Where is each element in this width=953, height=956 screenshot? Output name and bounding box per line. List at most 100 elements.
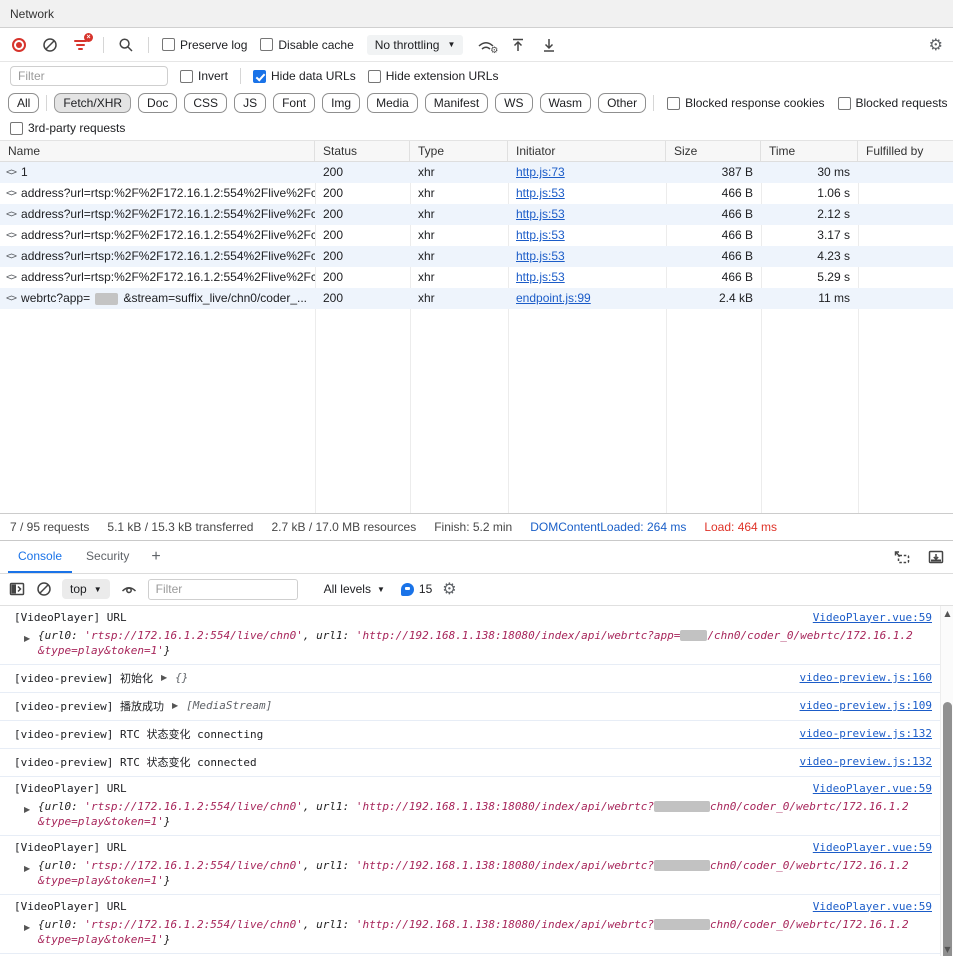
preview-text: /chn0/coder_0/webrtc/172.16.1.2: [707, 629, 912, 642]
context-selector[interactable]: top ▼: [62, 579, 110, 599]
hide-data-urls-checkbox[interactable]: Hide data URLs: [253, 69, 356, 83]
filter-chip-js[interactable]: JS: [234, 93, 266, 113]
column-header-size[interactable]: Size: [666, 141, 761, 161]
blocked-cookies-checkbox[interactable]: Blocked response cookies: [667, 96, 824, 110]
export-har-button[interactable]: [540, 36, 558, 54]
source-link[interactable]: video-preview.js:132: [800, 755, 932, 768]
table-row[interactable]: <>address?url=rtsp:%2F%2F172.16.1.2:554%…: [0, 225, 953, 246]
network-filter-input[interactable]: [10, 66, 168, 86]
third-party-checkbox[interactable]: 3rd-party requests: [10, 121, 125, 135]
settings-gear-icon[interactable]: ⚙: [929, 37, 943, 53]
throttling-dropdown[interactable]: No throttling ▼: [367, 35, 464, 55]
table-row[interactable]: <>address?url=rtsp:%2F%2F172.16.1.2:554%…: [0, 246, 953, 267]
filter-chip-css[interactable]: CSS: [184, 93, 227, 113]
initiator-link[interactable]: endpoint.js:99: [516, 291, 591, 305]
record-button[interactable]: [10, 36, 28, 54]
live-expression-eye-icon[interactable]: [120, 582, 138, 597]
tab-console[interactable]: Console: [8, 540, 72, 573]
expand-triangle-icon[interactable]: ▶: [161, 673, 167, 682]
message-count-indicator[interactable]: 15: [401, 582, 432, 596]
source-link[interactable]: VideoPlayer.vue:59: [813, 841, 932, 854]
expand-triangle-icon[interactable]: ▶: [24, 631, 30, 646]
source-link[interactable]: video-preview.js:132: [800, 727, 932, 740]
checkbox-icon[interactable]: [368, 70, 381, 83]
blocked-requests-checkbox[interactable]: Blocked requests: [838, 96, 948, 110]
console-scrollbar[interactable]: ▲ ▼: [940, 606, 953, 956]
console-clear-icon[interactable]: [36, 581, 52, 597]
hide-extension-urls-checkbox[interactable]: Hide extension URLs: [368, 69, 499, 83]
column-header-status[interactable]: Status: [315, 141, 410, 161]
checkbox-icon[interactable]: [162, 38, 175, 51]
name-cell: <>webrtc?app=&stream=suffix_live/chn0/co…: [0, 288, 315, 309]
initiator-link[interactable]: http.js:53: [516, 270, 565, 284]
size-cell: 466 B: [666, 183, 761, 204]
source-link[interactable]: video-preview.js:109: [800, 699, 932, 712]
filter-chip-all[interactable]: All: [8, 93, 39, 113]
undock-icon[interactable]: [893, 549, 911, 565]
initiator-link[interactable]: http.js:53: [516, 249, 565, 263]
blocked-requests-label: Blocked requests: [856, 96, 948, 110]
checkbox-icon[interactable]: [667, 97, 680, 110]
log-levels-dropdown[interactable]: All levels ▼: [324, 582, 385, 596]
source-link[interactable]: VideoPlayer.vue:59: [813, 900, 932, 913]
tab-security[interactable]: Security: [76, 540, 139, 573]
expand-triangle-icon[interactable]: ▶: [24, 920, 30, 935]
initiator-link[interactable]: http.js:53: [516, 207, 565, 221]
expand-triangle-icon[interactable]: ▶: [172, 701, 178, 710]
filter-chip-fetch-xhr[interactable]: Fetch/XHR: [54, 93, 131, 113]
request-name: &stream=suffix_live/chn0/coder_...: [123, 288, 307, 309]
source-link[interactable]: video-preview.js:160: [800, 671, 932, 684]
initiator-cell: http.js:53: [508, 183, 666, 204]
scroll-down-icon[interactable]: ▼: [941, 945, 953, 954]
filter-chip-media[interactable]: Media: [367, 93, 418, 113]
source-link[interactable]: VideoPlayer.vue:59: [813, 611, 932, 624]
source-link[interactable]: VideoPlayer.vue:59: [813, 782, 932, 795]
column-header-name[interactable]: Name: [0, 141, 315, 161]
column-header-time[interactable]: Time: [761, 141, 858, 161]
status-cell: 200: [315, 267, 410, 288]
clear-button[interactable]: [41, 36, 59, 54]
fulfilled-by-cell: [858, 225, 953, 246]
console-filter-input[interactable]: [148, 579, 298, 600]
checkbox-checked-icon[interactable]: [253, 70, 266, 83]
filter-chip-ws[interactable]: WS: [495, 93, 532, 113]
checkbox-icon[interactable]: [180, 70, 193, 83]
initiator-link[interactable]: http.js:53: [516, 228, 565, 242]
dock-bottom-icon[interactable]: [927, 549, 945, 565]
column-header-fulfilled-by[interactable]: Fulfilled by: [858, 141, 953, 161]
filter-toggle-button[interactable]: ×: [72, 36, 90, 54]
initiator-link[interactable]: http.js:73: [516, 165, 565, 179]
column-header-type[interactable]: Type: [410, 141, 508, 161]
preserve-log-checkbox[interactable]: Preserve log: [162, 38, 247, 52]
import-har-button[interactable]: [509, 36, 527, 54]
filter-chip-wasm[interactable]: Wasm: [540, 93, 592, 113]
expand-triangle-icon[interactable]: ▶: [24, 861, 30, 876]
filter-chip-manifest[interactable]: Manifest: [425, 93, 488, 113]
checkbox-icon[interactable]: [10, 122, 23, 135]
filter-chip-img[interactable]: Img: [322, 93, 360, 113]
console-settings-gear-icon[interactable]: ⚙: [442, 581, 456, 597]
table-row[interactable]: <>1200xhrhttp.js:73387 B30 ms: [0, 162, 953, 183]
table-row[interactable]: <>webrtc?app=&stream=suffix_live/chn0/co…: [0, 288, 953, 309]
expand-triangle-icon[interactable]: ▶: [24, 802, 30, 817]
filter-chip-doc[interactable]: Doc: [138, 93, 177, 113]
search-button[interactable]: [117, 36, 135, 54]
invert-checkbox[interactable]: Invert: [180, 69, 228, 83]
filter-chip-other[interactable]: Other: [598, 93, 646, 113]
add-drawer-tab-button[interactable]: +: [143, 548, 168, 566]
table-row[interactable]: <>address?url=rtsp:%2F%2F172.16.1.2:554%…: [0, 204, 953, 225]
table-row[interactable]: <>address?url=rtsp:%2F%2F172.16.1.2:554%…: [0, 183, 953, 204]
checkbox-icon[interactable]: [838, 97, 851, 110]
scrollbar-thumb[interactable]: [943, 702, 952, 956]
network-conditions-button[interactable]: ⚙: [476, 36, 496, 54]
preview-text: {: [38, 918, 45, 931]
console-sidebar-icon[interactable]: [8, 581, 26, 597]
disable-cache-checkbox[interactable]: Disable cache: [260, 38, 353, 52]
column-header-initiator[interactable]: Initiator: [508, 141, 666, 161]
filter-chip-font[interactable]: Font: [273, 93, 315, 113]
initiator-link[interactable]: http.js:53: [516, 186, 565, 200]
scroll-up-icon[interactable]: ▲: [941, 609, 953, 618]
import-har-icon: [509, 36, 527, 54]
checkbox-icon[interactable]: [260, 38, 273, 51]
table-row[interactable]: <>address?url=rtsp:%2F%2F172.16.1.2:554%…: [0, 267, 953, 288]
